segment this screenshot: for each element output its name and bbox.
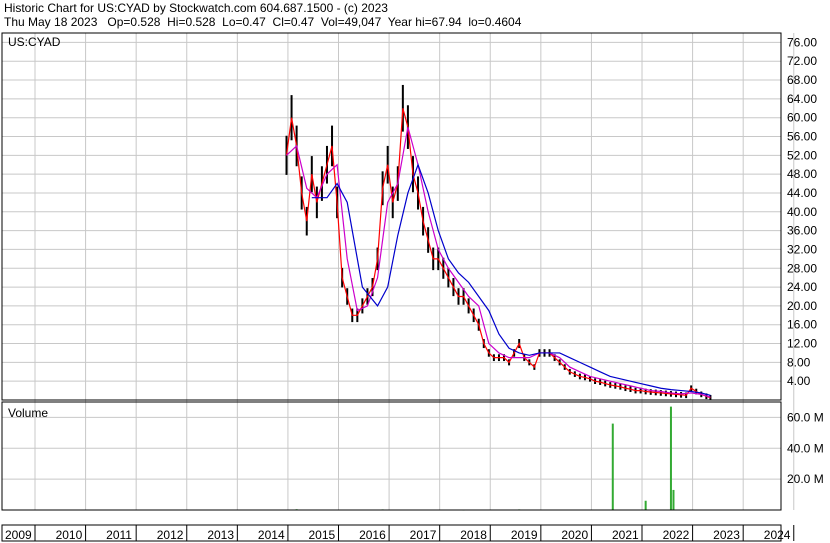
year-tick-label: 2018 <box>460 528 487 542</box>
axis-labels: 4.00 8.00 12.00 16.00 20.00 24.00 28.00 32.00 36… <box>5 35 824 542</box>
price-tick-label: 56.00 <box>787 130 817 144</box>
price-tick-label: 36.00 <box>787 224 817 238</box>
grid-lines <box>2 33 795 510</box>
year-tick-label: 2020 <box>561 528 588 542</box>
price-panel-frame <box>1 32 782 401</box>
volume-tick-label: 20.0 M <box>787 472 824 486</box>
year-tick-label: 2024 <box>764 528 791 542</box>
price-tick-label: 32.00 <box>787 242 817 256</box>
year-tick-label: 2015 <box>309 528 336 542</box>
price-tick-label: 72.00 <box>787 54 817 68</box>
price-tick-label: 24.00 <box>787 280 817 294</box>
price-volume-chart: 4.00 8.00 12.00 16.00 20.00 24.00 28.00 32.00 36… <box>1 32 824 542</box>
price-tick-label: 8.00 <box>787 355 811 369</box>
volume-tick-label: 60.0 M <box>787 410 824 424</box>
price-tick-label: 4.00 <box>787 374 811 388</box>
year-tick-label: 2019 <box>511 528 538 542</box>
year-tick-label: 2011 <box>106 528 132 542</box>
volume-tick-label: 40.0 M <box>787 441 824 455</box>
year-tick-label: 2014 <box>258 528 285 542</box>
year-tick-label: 2023 <box>713 528 740 542</box>
price-tick-label: 40.00 <box>787 205 817 219</box>
price-tick-label: 60.00 <box>787 111 817 125</box>
price-tick-label: 48.00 <box>787 167 817 181</box>
year-tick-label: 2016 <box>359 528 386 542</box>
volume-bar <box>644 500 647 510</box>
volume-bar <box>611 423 614 510</box>
year-tick-label: 2010 <box>56 528 83 542</box>
price-tick-label: 16.00 <box>787 318 817 332</box>
year-tick-label: 2009 <box>5 528 32 542</box>
year-tick-label: 2012 <box>157 528 184 542</box>
volume-bar <box>672 489 675 510</box>
symbol-label: US:CYAD <box>8 35 61 49</box>
year-tick-label: 2017 <box>410 528 437 542</box>
price-tick-label: 76.00 <box>787 35 817 49</box>
volume-bars <box>295 406 675 511</box>
volume-panel-frame <box>1 401 782 511</box>
volume-panel-title: Volume <box>8 406 48 420</box>
price-tick-label: 28.00 <box>787 261 817 275</box>
price-series <box>285 84 712 400</box>
year-tick-label: 2021 <box>612 528 639 542</box>
volume-bar <box>669 406 672 510</box>
price-tick-label: 20.00 <box>787 299 817 313</box>
year-tick-label: 2013 <box>207 528 234 542</box>
price-tick-label: 68.00 <box>787 73 817 87</box>
year-tick-label: 2022 <box>663 528 690 542</box>
price-tick-label: 64.00 <box>787 92 817 106</box>
price-tick-label: 52.00 <box>787 148 817 162</box>
price-tick-label: 12.00 <box>787 337 817 351</box>
price-tick-label: 44.00 <box>787 186 817 200</box>
